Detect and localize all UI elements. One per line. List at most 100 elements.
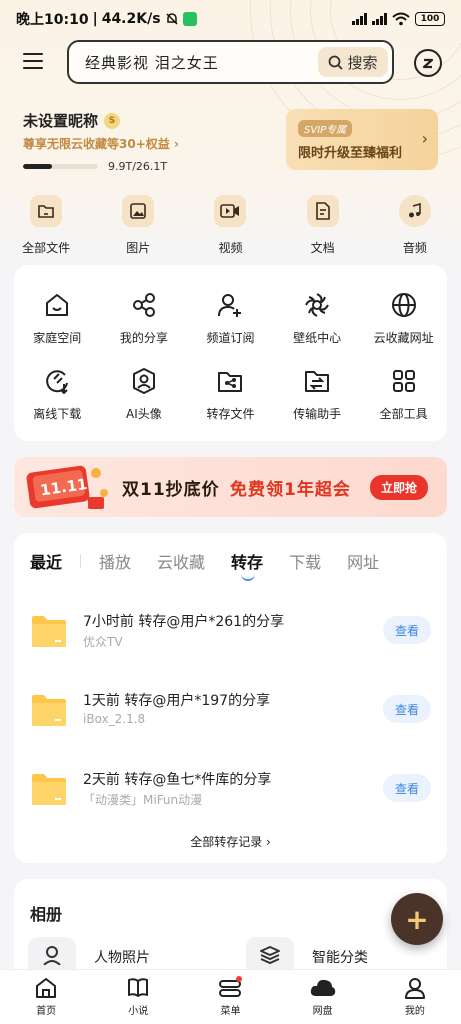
tools-card: 家庭空间 我的分享 频道订阅 壁纸中心 云收藏网址 离线下载 AI头像 转存文件… [14, 265, 447, 441]
battery-icon: 100 [415, 12, 445, 26]
list-item[interactable]: 2天前 转存@鱼七*件库的分享 「动漫类」MiFun动漫 查看 [30, 765, 431, 817]
tabbar-menu[interactable]: 菜单 [184, 970, 276, 1024]
category-documents[interactable]: 文档 [277, 195, 369, 256]
globe-icon [391, 293, 416, 317]
tool-wallpaper-center[interactable]: 壁纸中心 [274, 291, 361, 346]
banner-text: 双11抄底价 [122, 480, 220, 500]
ai-avatar-icon [132, 368, 155, 394]
list-item[interactable]: 7小时前 转存@用户*261的分享 优众TV 查看 [30, 607, 431, 659]
search-button[interactable]: 搜索 [318, 47, 388, 77]
add-user-icon [218, 294, 242, 317]
category-images[interactable]: 图片 [92, 195, 184, 256]
wallpaper-icon [305, 293, 329, 317]
header: 经典影视 泪之女王 搜索 [0, 40, 461, 84]
home-icon [36, 978, 57, 998]
folder-icon [32, 774, 66, 805]
profile-section[interactable]: 未设置昵称 S 尊享无限云收藏等30+权益 › 9.9T/26.1T [23, 110, 179, 173]
perk-link[interactable]: 尊享无限云收藏等30+权益 › [23, 135, 179, 152]
tool-cloud-bookmarks[interactable]: 云收藏网址 [360, 291, 447, 346]
image-icon [122, 195, 155, 227]
item-subtitle: 「动漫类」MiFun动漫 [83, 793, 203, 807]
transfer-assistant-icon [305, 371, 330, 392]
tool-offline-download[interactable]: 离线下载 [14, 367, 101, 422]
coin-icon: S [104, 112, 121, 129]
tab-cloud-favorites[interactable]: 云收藏 [157, 549, 205, 573]
tool-family-space[interactable]: 家庭空间 [14, 291, 101, 346]
video-icon [214, 195, 247, 227]
hamburger-menu-icon[interactable] [22, 50, 44, 72]
person-icon [404, 978, 425, 999]
view-button[interactable]: 查看 [383, 774, 431, 802]
recent-tabs: 最近 播放 云收藏 转存 下载 网址 [30, 549, 405, 581]
tool-channel-subscribe[interactable]: 频道订阅 [187, 291, 274, 346]
signal-icon [352, 13, 367, 25]
offline-download-icon [46, 370, 69, 395]
wifi-icon [392, 12, 410, 26]
share-icon [132, 293, 155, 317]
tab-urls[interactable]: 网址 [347, 549, 379, 573]
home-icon [46, 294, 69, 316]
grid-icon [392, 370, 415, 392]
view-button[interactable]: 查看 [383, 616, 431, 644]
promo-banner[interactable]: 11.11 双11抄底价 免费领1年超会 立即抢 [14, 457, 447, 517]
folder-icon [32, 695, 66, 726]
view-button[interactable]: 查看 [383, 695, 431, 723]
album-title: 相册 [30, 905, 63, 924]
search-button-label: 搜索 [347, 53, 378, 72]
tool-ai-avatar[interactable]: AI头像 [101, 367, 188, 422]
chevron-right-icon: › [421, 129, 428, 148]
all-transfer-records-link[interactable]: 全部转存记录 › [14, 833, 447, 850]
tabbar-home[interactable]: 首页 [0, 970, 92, 1024]
tabbar-novel[interactable]: 小说 [92, 970, 184, 1024]
double-eleven-badge: 11.11 [26, 465, 108, 509]
tool-my-share[interactable]: 我的分享 [101, 291, 188, 346]
signal-icon-2 [372, 13, 387, 25]
svip-tag: SVIP专属 [298, 120, 353, 137]
search-text: 经典影视 泪之女王 [85, 53, 219, 72]
folder-icon [32, 616, 66, 647]
status-time: 晚上10:10 [16, 12, 89, 28]
storage-quota: 9.9T/26.1T [108, 160, 168, 173]
file-icon [30, 195, 63, 227]
status-speed: 44.2K/s [101, 11, 161, 27]
storage-progress-bar [23, 164, 98, 169]
category-row: 全部文件 图片 视频 文档 音频 [0, 195, 461, 256]
tab-recent[interactable]: 最近 [30, 549, 62, 573]
document-icon [306, 195, 339, 227]
tabbar-mine[interactable]: 我的 [369, 970, 461, 1024]
banner-highlight: 免费领1年超会 [230, 480, 351, 500]
music-icon [398, 195, 431, 227]
cloud-icon [310, 979, 335, 996]
item-subtitle: iBox_2.1.8 [83, 712, 146, 726]
item-subtitle: 优众TV [83, 635, 123, 649]
item-title: 2天前 转存@鱼七*件库的分享 [83, 772, 272, 788]
category-audio[interactable]: 音频 [369, 195, 461, 256]
item-title: 7小时前 转存@用户*261的分享 [83, 614, 285, 630]
tabbar-cloud-drive[interactable]: 网盘 [277, 970, 369, 1024]
bottom-tab-bar: 首页 小说 菜单 网盘 我的 [0, 969, 461, 1024]
tool-all-tools[interactable]: 全部工具 [360, 367, 447, 422]
add-fab-button[interactable]: + [391, 893, 443, 945]
bell-off-icon [166, 13, 178, 25]
app-logo-icon[interactable] [414, 49, 442, 77]
svip-title: 限时升级至臻福利 [298, 146, 403, 161]
status-bar: 晚上10:10 | 44.2K/s 100 [0, 0, 461, 38]
category-videos[interactable]: 视频 [184, 195, 276, 256]
search-input[interactable]: 经典影视 泪之女王 搜索 [67, 40, 394, 84]
item-title: 1天前 转存@用户*197的分享 [83, 693, 271, 709]
nickname: 未设置昵称 [23, 112, 99, 130]
book-icon [128, 978, 149, 997]
tool-transfer-assistant[interactable]: 传输助手 [274, 367, 361, 422]
tab-transfer[interactable]: 转存 [231, 549, 263, 581]
wechat-icon [182, 12, 197, 26]
tab-play[interactable]: 播放 [99, 549, 131, 573]
transfer-folder-icon [218, 372, 243, 392]
svip-promo-card[interactable]: SVIP专属 限时升级至臻福利 › [286, 109, 438, 170]
search-icon [329, 55, 344, 70]
tab-download[interactable]: 下载 [289, 549, 321, 573]
banner-grab-button[interactable]: 立即抢 [370, 475, 428, 500]
tool-transfer-files[interactable]: 转存文件 [187, 367, 274, 422]
recent-card: 最近 播放 云收藏 转存 下载 网址 7小时前 转存@用户*261的分享 优众T… [14, 533, 447, 863]
category-all-files[interactable]: 全部文件 [0, 195, 92, 256]
list-item[interactable]: 1天前 转存@用户*197的分享 iBox_2.1.8 查看 [30, 686, 431, 738]
